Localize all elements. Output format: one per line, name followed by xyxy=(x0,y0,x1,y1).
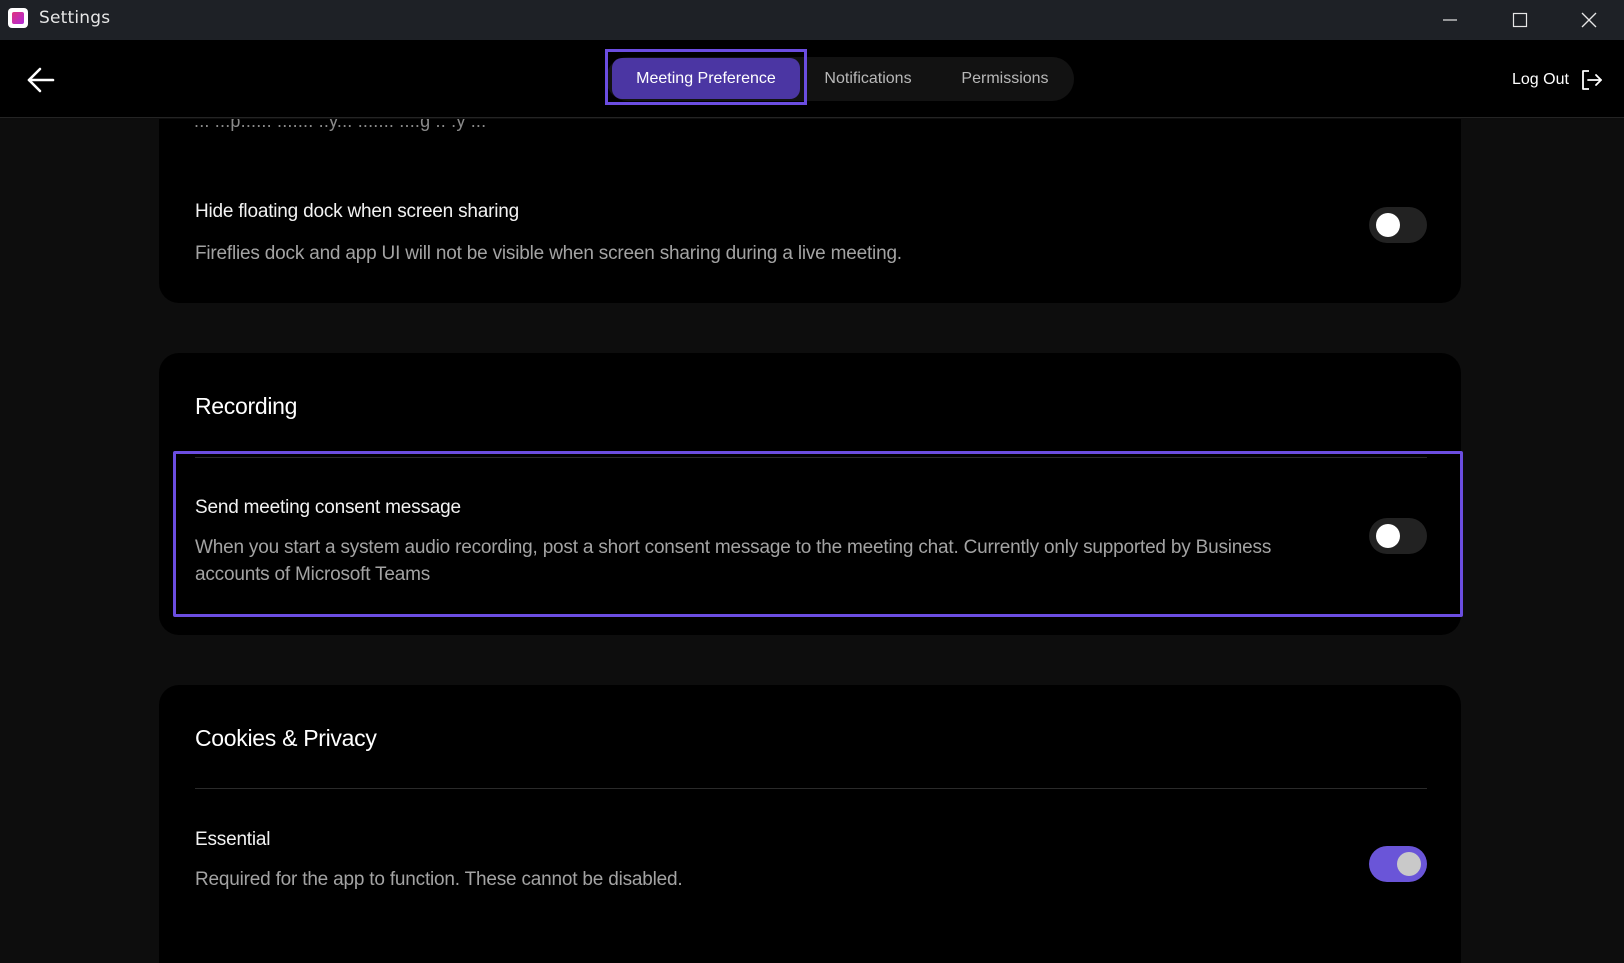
close-icon[interactable] xyxy=(1554,0,1624,40)
fireflies-logo-icon xyxy=(8,8,28,28)
minimize-icon[interactable] xyxy=(1415,0,1485,40)
setting-description: Required for the app to function. These … xyxy=(195,869,683,890)
settings-content[interactable]: ... ...p...... ....... ..y... ....... ..… xyxy=(0,119,1624,963)
tab-permissions[interactable]: Permissions xyxy=(948,57,1062,101)
tab-highlight-outline xyxy=(605,49,807,105)
setting-description: When you start a system audio recording,… xyxy=(195,537,1272,585)
back-button[interactable] xyxy=(24,64,58,96)
essential-cookies-toggle[interactable] xyxy=(1369,846,1427,882)
maximize-icon[interactable] xyxy=(1485,0,1555,40)
setting-title: Essential xyxy=(195,829,271,850)
window-titlebar: Settings xyxy=(0,0,1624,40)
consent-message-toggle[interactable] xyxy=(1369,518,1427,554)
logout-button[interactable]: Log Out xyxy=(1512,64,1603,96)
cookies-privacy-card: Cookies & Privacy Essential Required for… xyxy=(159,685,1461,963)
setting-description: Fireflies dock and app UI will not be vi… xyxy=(195,243,902,264)
recording-card: Recording Send meeting consent message W… xyxy=(159,353,1461,635)
tab-notifications[interactable]: Notifications xyxy=(812,57,924,101)
section-title-cookies: Cookies & Privacy xyxy=(195,725,377,751)
section-title-recording: Recording xyxy=(195,393,298,419)
toggle-knob xyxy=(1397,852,1421,876)
toggle-knob xyxy=(1376,213,1400,237)
toggle-knob xyxy=(1376,524,1400,548)
logout-label: Log Out xyxy=(1512,71,1569,88)
divider xyxy=(195,788,1427,789)
window-title: Settings xyxy=(39,8,111,28)
settings-header: Meeting Preference Notifications Permiss… xyxy=(0,40,1624,118)
divider xyxy=(195,457,1427,458)
setting-title: Send meeting consent message xyxy=(195,497,461,518)
logout-icon xyxy=(1582,70,1602,90)
general-settings-card: ... ...p...... ....... ..y... ....... ..… xyxy=(159,119,1461,303)
arrow-left-icon xyxy=(27,67,55,93)
setting-title: Hide floating dock when screen sharing xyxy=(195,201,520,222)
hide-dock-toggle[interactable] xyxy=(1369,207,1427,243)
cut-off-text: ... ...p...... ....... ..y... ....... ..… xyxy=(194,119,487,131)
